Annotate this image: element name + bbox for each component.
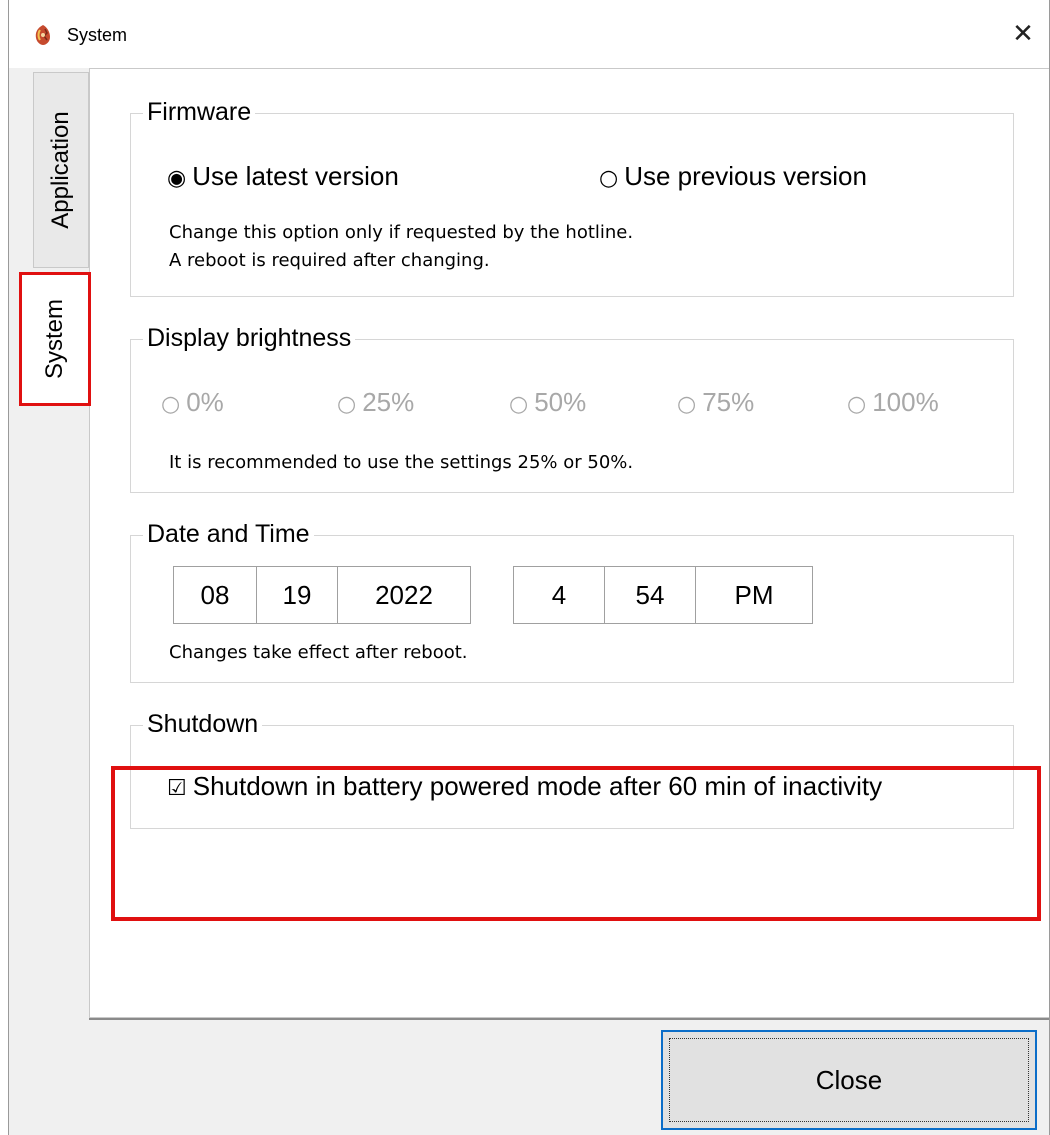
radio-checked-icon: ◉ — [167, 166, 187, 191]
radio-brightness-50[interactable]: ○ 50% — [509, 386, 586, 421]
dialog-client-area: Application Firmware ◉ Use latest version… — [9, 68, 1049, 1135]
radio-brightness-100[interactable]: ○ 100% — [847, 386, 939, 421]
radio-label: 75% — [702, 387, 755, 417]
system-tab-panel: Firmware ◉ Use latest version ○ Use previo… — [89, 68, 1049, 1018]
app-icon — [35, 25, 50, 45]
system-dialog: System ✕ Application Firmware ◉ Use lates… — [8, 0, 1050, 1135]
day-field[interactable]: 19 — [256, 566, 338, 624]
radio-unchecked-icon: ○ — [161, 392, 181, 417]
firmware-legend: Firmware — [143, 94, 256, 130]
display-brightness-group: Display brightness ○ 0% ○ 25% ○ 50% ○ 75% ○ 1… — [130, 320, 1014, 493]
close-button-label: Close — [815, 1064, 883, 1095]
brightness-legend: Display brightness — [143, 320, 356, 356]
radio-label: Use previous version — [624, 161, 867, 191]
brightness-note: It is recommended to use the settings 25… — [169, 452, 634, 473]
radio-label: 25% — [362, 387, 415, 417]
radio-label: 100% — [872, 387, 939, 417]
date-time-group: Date and Time 08 19 2022 4 54 PM Changes… — [130, 516, 1014, 683]
ampm-field[interactable]: PM — [695, 566, 813, 624]
radio-unchecked-icon: ○ — [847, 392, 867, 417]
panel-divider — [89, 1018, 1049, 1020]
minute-field[interactable]: 54 — [604, 566, 696, 624]
tab-application[interactable]: Application — [33, 72, 89, 268]
radio-unchecked-icon: ○ — [509, 392, 529, 417]
checkbox-label: Shutdown in battery powered mode after 6… — [192, 771, 883, 801]
radio-unchecked-icon: ○ — [337, 392, 357, 417]
radio-brightness-0[interactable]: ○ 0% — [161, 386, 224, 421]
firmware-group: Firmware ◉ Use latest version ○ Use previo… — [130, 94, 1014, 297]
year-field[interactable]: 2022 — [337, 566, 471, 624]
radio-label: 50% — [534, 387, 587, 417]
firmware-note-line1: Change this option only if requested by … — [169, 222, 634, 243]
month-field[interactable]: 08 — [173, 566, 257, 624]
checkbox-checked-icon: ☑ — [167, 776, 187, 801]
shutdown-battery-checkbox[interactable]: ☑ Shutdown in battery powered mode after … — [167, 768, 882, 807]
radio-brightness-25[interactable]: ○ 25% — [337, 386, 414, 421]
tab-system[interactable]: System — [19, 272, 91, 406]
firmware-note-line2: A reboot is required after changing. — [169, 250, 490, 271]
radio-brightness-75[interactable]: ○ 75% — [677, 386, 754, 421]
datetime-legend: Date and Time — [143, 516, 314, 552]
shutdown-legend: Shutdown — [143, 706, 263, 742]
shutdown-group: Shutdown ☑ Shutdown in battery powered mo… — [130, 706, 1014, 829]
tab-application-label: Application — [47, 111, 74, 229]
tab-system-label: System — [41, 298, 68, 380]
hour-field[interactable]: 4 — [513, 566, 605, 624]
radio-unchecked-icon: ○ — [599, 166, 619, 191]
radio-unchecked-icon: ○ — [677, 392, 697, 417]
radio-label: Use latest version — [192, 161, 399, 191]
close-button[interactable]: Close — [661, 1030, 1037, 1130]
window-title: System — [67, 25, 128, 45]
radio-label: 0% — [186, 387, 224, 417]
datetime-note: Changes take effect after reboot. — [169, 642, 468, 663]
close-icon[interactable]: ✕ — [1005, 16, 1041, 52]
radio-use-previous-version[interactable]: ○ Use previous version — [599, 160, 867, 195]
title-bar: System ✕ — [9, 0, 1049, 68]
radio-use-latest-version[interactable]: ◉ Use latest version — [167, 160, 399, 195]
